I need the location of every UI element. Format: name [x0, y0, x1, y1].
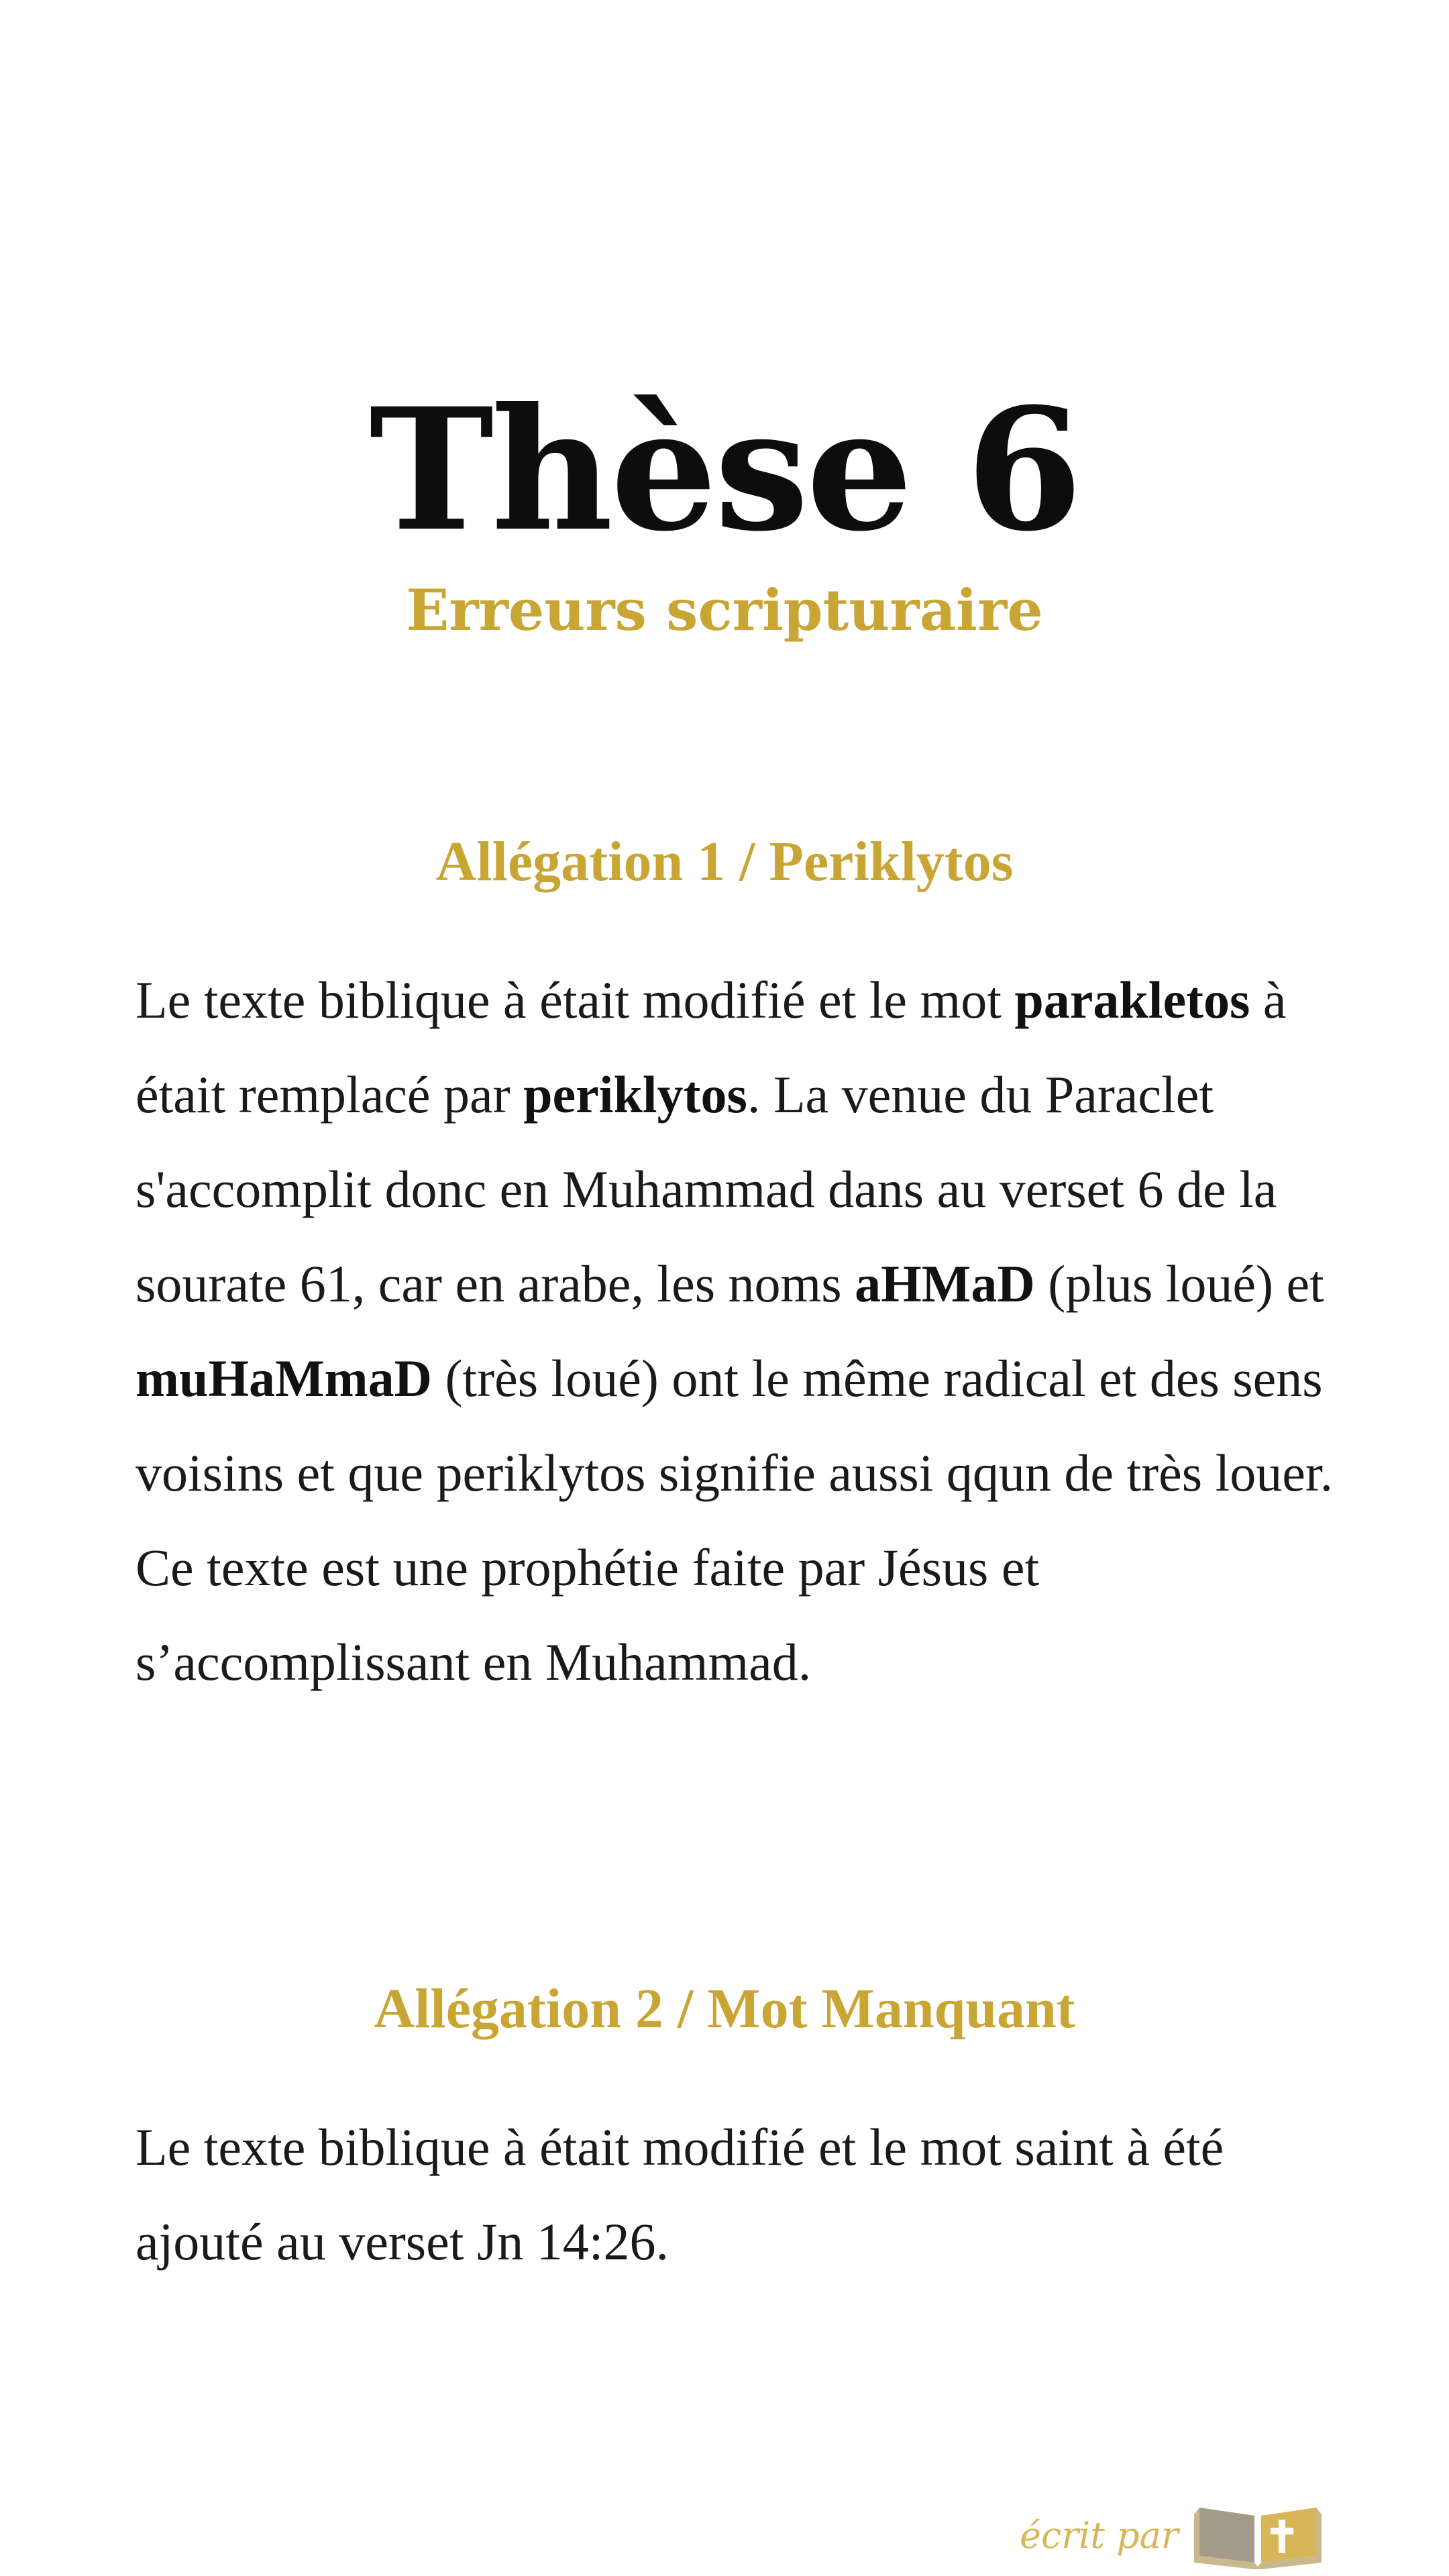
open-book-cross-icon — [1194, 2496, 1322, 2569]
section-heading-allegation-1: Allégation 1 / Periklytos — [435, 830, 1014, 893]
signature-text: écrit par — [1020, 2514, 1179, 2557]
section-paragraph-allegation-2: Le texte biblique à était modifié et le … — [136, 2118, 1224, 2271]
page-subtitle: Erreurs scripturaire — [406, 577, 1043, 643]
section-heading-allegation-2: Allégation 2 / Mot Manquant — [374, 1978, 1075, 2040]
bold-term-muhammad: muHaMmaD — [136, 1349, 432, 1407]
bold-term-ahmad: aHMaD — [855, 1254, 1035, 1313]
bold-term-parakletos: parakletos — [1014, 971, 1250, 1029]
section-paragraph-allegation-1: Le texte biblique à était modifié et le … — [136, 971, 1334, 1691]
bold-term-periklytos: periklytos — [523, 1065, 747, 1124]
page-title: Thèse 6 — [369, 371, 1083, 568]
